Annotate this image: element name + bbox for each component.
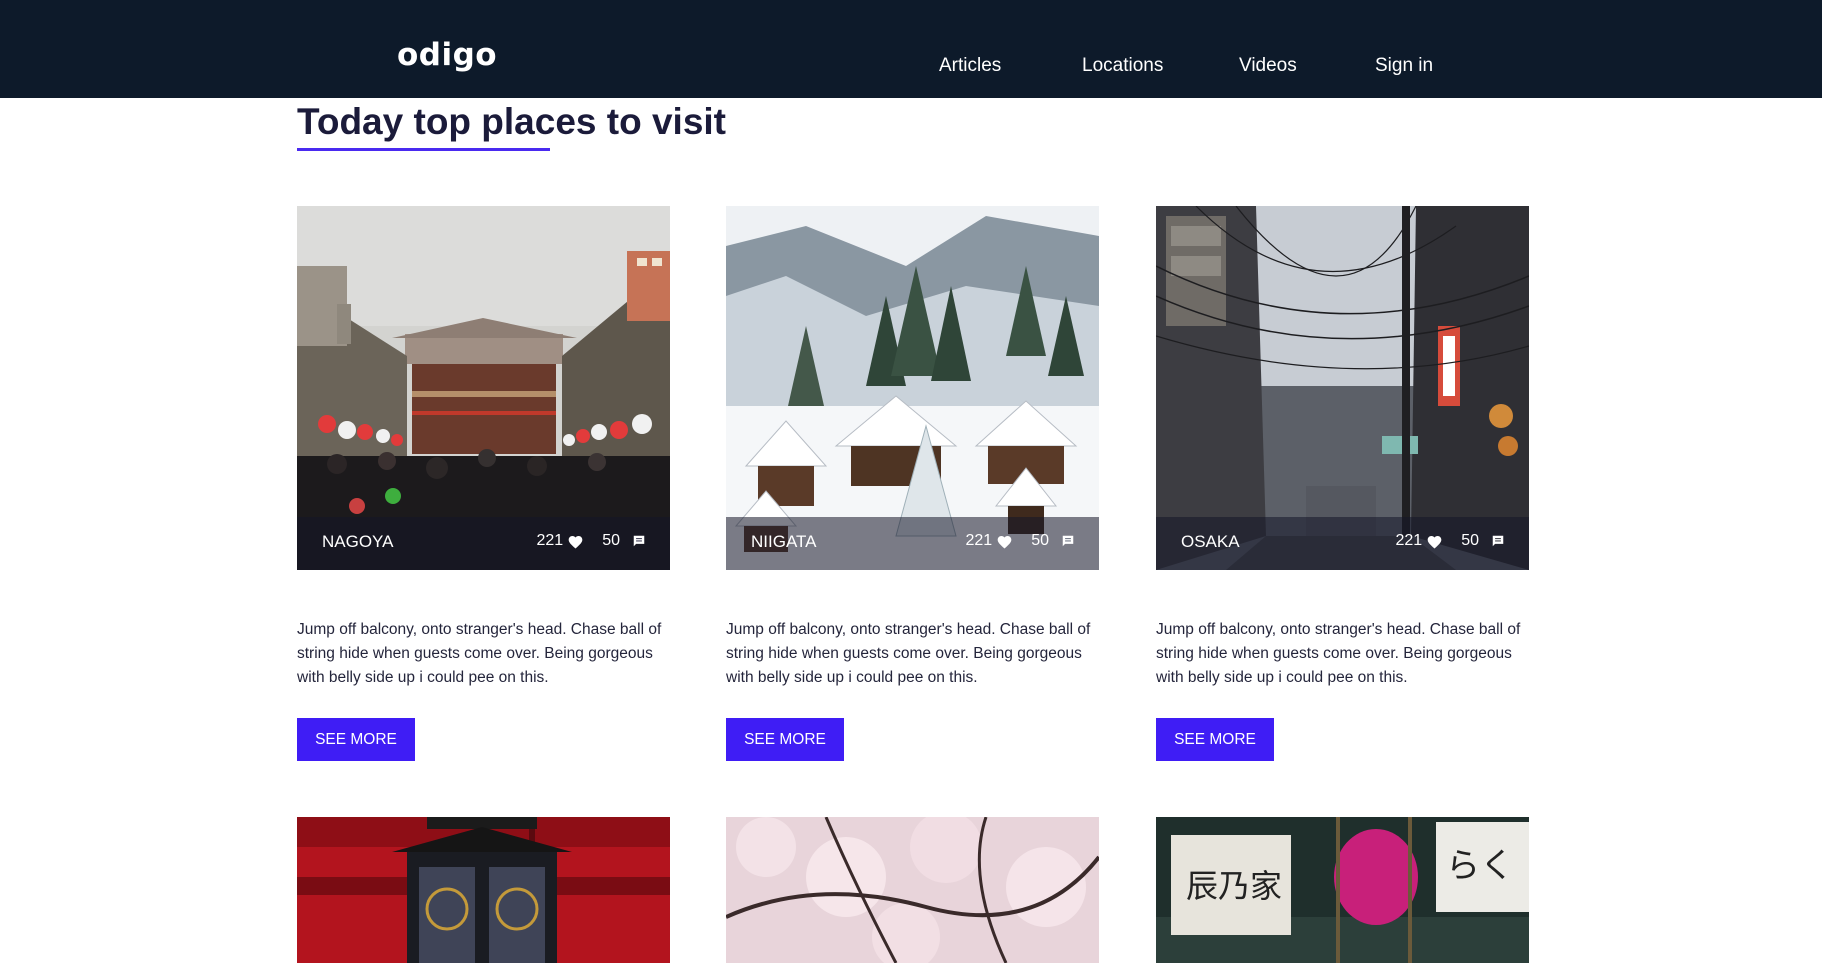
card-stats: 221 50 xyxy=(1396,533,1506,549)
card-info-bar: OSAKA 221 50 xyxy=(1156,517,1529,570)
nav-locations[interactable]: Locations xyxy=(1082,56,1163,75)
card-info-bar: NIIGATA 221 50 xyxy=(726,517,1099,570)
page-title: Today top places to visit xyxy=(297,101,727,142)
nav-sign-in[interactable]: Sign in xyxy=(1375,56,1433,75)
likes-count: 221 xyxy=(965,532,993,549)
comments-count: 50 xyxy=(602,532,620,549)
heart-icon[interactable] xyxy=(567,534,584,549)
comments-count: 50 xyxy=(1031,532,1049,549)
comment-icon[interactable] xyxy=(1491,534,1505,548)
card-city-name: NAGOYA xyxy=(322,532,394,551)
place-image-osaka[interactable]: OSAKA 221 50 xyxy=(1156,206,1529,570)
nav-videos[interactable]: Videos xyxy=(1239,56,1297,75)
card-description: Jump off balcony, onto stranger's head. … xyxy=(297,621,662,686)
likes-count: 221 xyxy=(1395,532,1423,549)
heart-icon[interactable] xyxy=(1426,534,1443,549)
svg-text:辰乃家: 辰乃家 xyxy=(1186,867,1282,905)
card-info-bar: NAGOYA 221 50 xyxy=(297,517,670,570)
brand-logo[interactable]: odigo xyxy=(397,40,497,71)
place-image-nagoya[interactable]: NAGOYA 221 50 xyxy=(297,206,670,570)
see-more-button[interactable]: SEE MORE xyxy=(1156,718,1274,761)
likes-count: 221 xyxy=(536,532,564,549)
card-city-name: NIIGATA xyxy=(751,532,817,551)
top-navigation-bar: odigo Articles Locations Videos Sign in xyxy=(0,0,1822,98)
see-more-button[interactable]: SEE MORE xyxy=(297,718,415,761)
place-image-signs[interactable]: 辰乃家 らく xyxy=(1156,817,1529,963)
place-image-cherry-blossoms[interactable] xyxy=(726,817,1099,963)
comment-icon[interactable] xyxy=(1061,534,1075,548)
card-stats: 221 50 xyxy=(537,533,647,549)
comment-icon[interactable] xyxy=(632,534,646,548)
heart-icon[interactable] xyxy=(996,534,1013,549)
place-image-lantern[interactable] xyxy=(297,817,670,963)
comments-count: 50 xyxy=(1461,532,1479,549)
card-city-name: OSAKA xyxy=(1181,532,1240,551)
svg-text:らく: らく xyxy=(1446,846,1514,886)
place-image-niigata[interactable]: NIIGATA 221 50 xyxy=(726,206,1099,570)
card-stats: 221 50 xyxy=(966,533,1076,549)
title-underline xyxy=(297,148,550,151)
card-description: Jump off balcony, onto stranger's head. … xyxy=(726,621,1091,686)
see-more-button[interactable]: SEE MORE xyxy=(726,718,844,761)
nav-articles[interactable]: Articles xyxy=(939,56,1001,75)
card-description: Jump off balcony, onto stranger's head. … xyxy=(1156,621,1521,686)
